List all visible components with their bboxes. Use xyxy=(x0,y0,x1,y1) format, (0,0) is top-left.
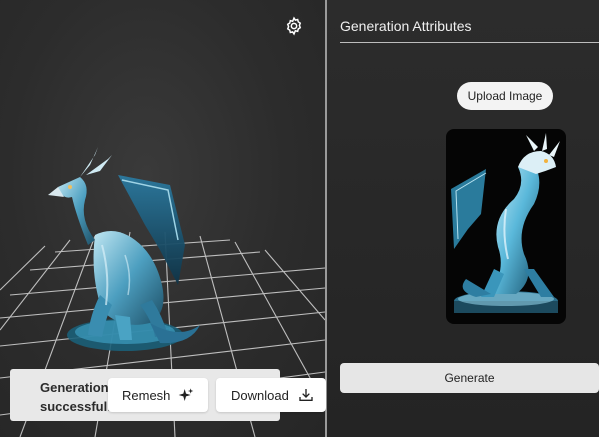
remesh-button[interactable]: Remesh xyxy=(108,378,208,412)
title-divider xyxy=(340,42,599,43)
upload-image-button[interactable]: Upload Image xyxy=(457,82,553,110)
panel-title: Generation Attributes xyxy=(340,18,472,34)
gear-icon xyxy=(286,16,302,36)
sparkle-icon xyxy=(178,388,194,401)
download-label: Download xyxy=(231,387,289,403)
dragon-reference-image xyxy=(451,133,560,313)
reference-image-preview[interactable] xyxy=(446,129,566,324)
dragon-3d-model xyxy=(48,147,200,351)
settings-button[interactable] xyxy=(282,14,306,38)
generate-button[interactable]: Generate xyxy=(340,363,599,393)
download-icon xyxy=(299,389,313,401)
generation-panel: Generation Attributes Upload Image Gener… xyxy=(327,0,599,437)
remesh-label: Remesh xyxy=(122,387,171,403)
download-button[interactable]: Download xyxy=(216,378,326,412)
